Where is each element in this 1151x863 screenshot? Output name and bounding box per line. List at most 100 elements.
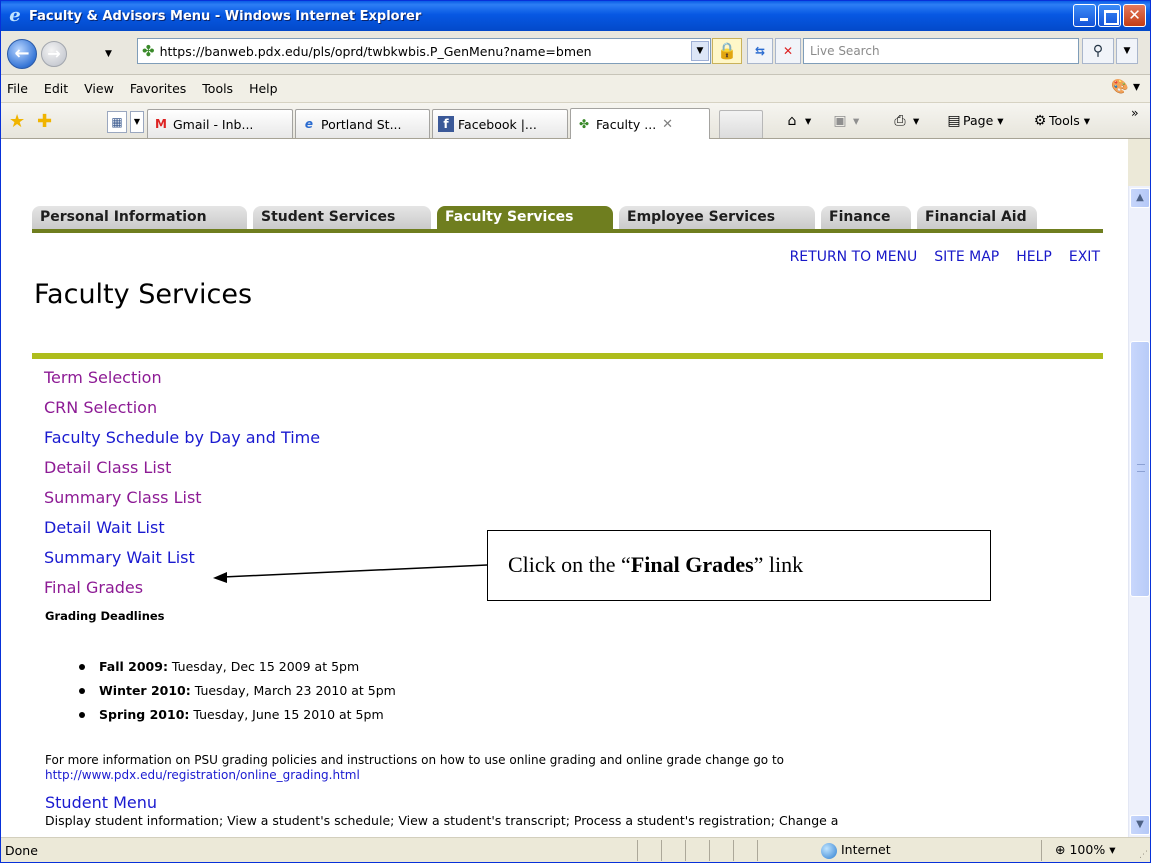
security-zone: Internet [821,842,891,859]
home-button[interactable]: ⌂ ▾ [783,113,812,129]
back-button[interactable]: ← [7,39,37,69]
faculty-schedule-link[interactable]: Faculty Schedule by Day and Time [44,428,320,458]
callout-suffix: ” link [753,552,804,577]
menu-bar: File Edit View Favorites Tools Help 🎨 ▾ [1,75,1150,103]
close-button[interactable]: ✕ [1123,4,1146,27]
menu-edit[interactable]: Edit [44,81,68,96]
menu-file[interactable]: File [7,81,28,96]
deadline-item: Spring 2010: Tuesday, June 15 2010 at 5p… [75,703,396,727]
tools-menu-button[interactable]: ⚙ Tools ▾ [1031,113,1090,129]
tab-gmail[interactable]: M Gmail - Inb... [147,109,293,138]
return-to-menu-link[interactable]: RETURN TO MENU [790,249,918,265]
new-tab-button[interactable] [719,110,763,138]
summary-class-list-link[interactable]: Summary Class List [44,488,320,518]
menu-help[interactable]: Help [249,81,278,96]
main-tab-financial-aid[interactable]: Financial Aid [917,206,1037,230]
main-tab-faculty-services[interactable]: Faculty Services [437,206,613,230]
tab-faculty[interactable]: ✤ Faculty ... ✕ [570,108,710,139]
student-menu-link[interactable]: Student Menu [45,793,157,812]
summary-wait-list-link[interactable]: Summary Wait List [44,548,320,578]
status-divider [661,840,662,861]
security-lock-button[interactable]: 🔒 [712,38,742,64]
search-placeholder: Live Search [810,44,880,58]
help-link[interactable]: HELP [1016,249,1052,265]
quick-tabs-icon[interactable]: ▦ [107,111,127,133]
site-favicon-icon: ✤ [578,117,590,131]
close-icon: ✕ [1128,6,1141,24]
menu-tools[interactable]: Tools [202,81,233,96]
detail-wait-list-link[interactable]: Detail Wait List [44,518,320,548]
scroll-down-arrow[interactable]: ▼ [1130,815,1150,835]
menu-view[interactable]: View [84,81,114,96]
facebook-icon: f [438,116,454,132]
tools-menu-label: Tools [1049,113,1080,128]
search-icon: ⚲ [1092,43,1104,59]
detail-class-list-link[interactable]: Detail Class List [44,458,320,488]
site-map-link[interactable]: SITE MAP [934,249,999,265]
refresh-button[interactable]: ⇆ [747,38,773,64]
tab-portland-state[interactable]: e Portland St... [295,109,430,138]
deadline-term: Spring 2010: [99,707,190,722]
print-button[interactable]: ⎙ ▾ [891,113,919,129]
tab-label: Facebook |... [458,116,537,132]
status-divider [1041,840,1042,861]
status-bar: Done Internet ⊕ 100% ▾ ⋰ [1,837,1150,862]
main-tab-personal-information[interactable]: Personal Information [32,206,247,230]
status-divider [709,840,710,861]
vertical-scrollbar[interactable]: ▲ ▼ [1128,186,1150,837]
scroll-thumb[interactable] [1130,341,1150,597]
gmail-icon: M [155,117,167,131]
main-tab-finance[interactable]: Finance [821,206,911,230]
minimize-button[interactable] [1073,4,1096,27]
menu-favorites[interactable]: Favorites [130,81,186,96]
stop-button[interactable]: ✕ [775,38,801,64]
scroll-up-arrow[interactable]: ▲ [1130,188,1150,208]
chevron-more-icon[interactable]: » [1131,105,1139,120]
feeds-button[interactable]: ▣ ▾ [831,113,859,129]
deadline-term: Fall 2009: [99,659,168,674]
browser-window: e Faculty & Advisors Menu - Windows Inte… [0,0,1151,863]
ie-logo-icon: e [9,5,21,26]
add-favorites-icon[interactable]: ✚ [37,111,52,132]
ie-page-icon: e [304,117,314,131]
zone-label: Internet [841,842,891,857]
tab-underline [32,229,1103,233]
grading-info: For more information on PSU grading poli… [45,753,1105,783]
resize-grip-icon[interactable]: ⋰ [1139,850,1148,860]
window-title: Faculty & Advisors Menu - Windows Intern… [29,8,422,24]
online-grading-link[interactable]: http://www.pdx.edu/registration/online_g… [45,768,360,782]
recent-pages-dropdown-icon[interactable]: ▼ [105,49,112,59]
main-tab-student-services[interactable]: Student Services [253,206,431,230]
main-tab-employee-services[interactable]: Employee Services [619,206,815,230]
callout-prefix: Click on the “ [508,552,631,577]
tab-label: Gmail - Inb... [173,116,254,132]
site-favicon-icon: ✤ [142,41,155,60]
toolbar-extension-icon[interactable]: 🎨 ▾ [1111,79,1140,95]
tab-facebook[interactable]: f Facebook |... [432,109,568,138]
tab-list-dropdown-icon[interactable]: ▼ [130,111,144,133]
crn-selection-link[interactable]: CRN Selection [44,398,320,428]
status-divider [757,840,758,861]
address-dropdown-icon[interactable]: ▼ [691,41,709,61]
printer-icon: ⎙ [894,113,906,129]
status-divider [733,840,734,861]
favorites-center-icon[interactable]: ★ [9,111,25,132]
maximize-button[interactable] [1098,4,1121,27]
search-input[interactable]: Live Search [803,38,1079,64]
tab-bar: ★ ✚ ▦ ▼ M Gmail - Inb... e Portland St..… [1,103,1150,139]
zoom-level-button[interactable]: ⊕ 100% ▾ [1055,842,1115,857]
search-button[interactable]: ⚲ [1082,38,1114,64]
page-menu-button[interactable]: ▤ Page ▾ [945,113,1003,129]
close-tab-icon[interactable]: ✕ [662,117,673,132]
globe-icon [821,842,837,859]
page-menu-label: Page [963,113,994,128]
search-options-dropdown[interactable]: ▼ [1116,38,1138,64]
forward-button[interactable]: → [41,41,67,67]
instruction-callout: Click on the “Final Grades” link [487,530,991,601]
final-grades-link[interactable]: Final Grades [44,578,320,608]
exit-link[interactable]: EXIT [1069,249,1100,265]
address-bar[interactable]: ✤ https://banweb.pdx.edu/pls/oprd/twbkwb… [137,38,711,64]
grading-deadlines-heading: Grading Deadlines [45,609,165,623]
term-selection-link[interactable]: Term Selection [44,368,320,398]
chevron-down-icon: ▼ [1123,46,1131,56]
